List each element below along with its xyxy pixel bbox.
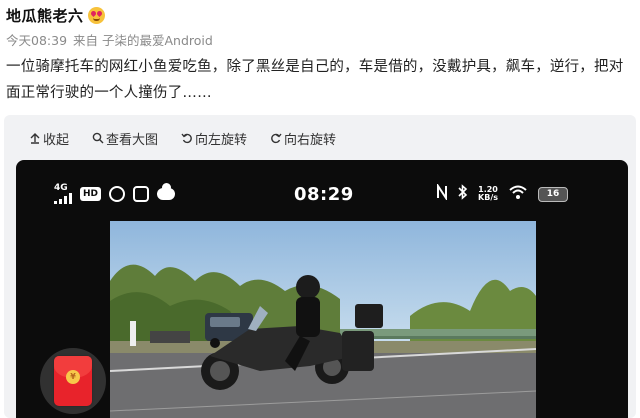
video-frame[interactable]	[110, 221, 536, 418]
post-source[interactable]: 来自 子柒的最爱Android	[73, 30, 213, 49]
rotate-right-icon	[269, 132, 282, 145]
battery-indicator: 16	[538, 186, 568, 202]
status-right: 1.20 KB/s 16	[436, 182, 568, 204]
nfc-icon	[436, 182, 448, 204]
collapse-label: 收起	[43, 132, 70, 148]
phone-status-bar: 4G HD 08:29 1.20 KB/s 16	[16, 182, 628, 208]
cloud-icon	[157, 183, 176, 200]
phone-time: 08:29	[294, 184, 354, 205]
rotate-left-label: 向左旋转	[195, 132, 248, 148]
rotate-left-icon	[180, 132, 193, 145]
collapse-arrow-icon	[28, 132, 41, 145]
bluetooth-icon	[458, 184, 468, 204]
collapse-button[interactable]: 收起	[28, 129, 69, 148]
post-time: 今天08:39	[6, 33, 68, 48]
username[interactable]: 地瓜熊老六	[6, 5, 84, 26]
network-speed: 1.20 KB/s	[478, 186, 498, 202]
rotate-right-label: 向右旋转	[284, 132, 337, 148]
phone-screenshot[interactable]: 4G HD 08:29 1.20 KB/s 16	[16, 160, 628, 418]
post-header: 地瓜熊老六	[6, 3, 105, 27]
status-left: 4G HD	[54, 183, 176, 204]
network-label: 4G	[54, 183, 68, 193]
post-body: 一位骑摩托车的网红小鱼爱吃鱼，除了黑丝是自己的，车是借的，没戴护具，飙车，逆行，…	[6, 59, 624, 101]
speed-unit: KB/s	[478, 193, 498, 202]
heart-eyes-emoji-icon	[87, 6, 105, 24]
view-large-button[interactable]: 查看大图	[91, 129, 158, 148]
wifi-icon	[508, 184, 528, 204]
rotate-right-button[interactable]: 向右旋转	[269, 129, 336, 148]
image-toolbar: 收起 查看大图 向左旋转 向右旋转	[28, 129, 336, 148]
view-large-label: 查看大图	[106, 132, 159, 148]
app-camera-icon	[133, 186, 150, 202]
app-q-icon	[109, 186, 126, 202]
network-indicator: 4G	[54, 184, 72, 204]
red-envelope-icon: ¥	[54, 356, 92, 406]
search-icon	[91, 132, 104, 145]
rotate-left-button[interactable]: 向左旋转	[180, 129, 247, 148]
post-meta: 今天08:39 来自 子柒的最爱Android	[6, 30, 213, 49]
signal-bars-icon	[54, 193, 72, 204]
hd-badge: HD	[80, 187, 102, 201]
red-envelope-button[interactable]: ¥	[40, 348, 106, 414]
video-scene	[110, 221, 536, 418]
